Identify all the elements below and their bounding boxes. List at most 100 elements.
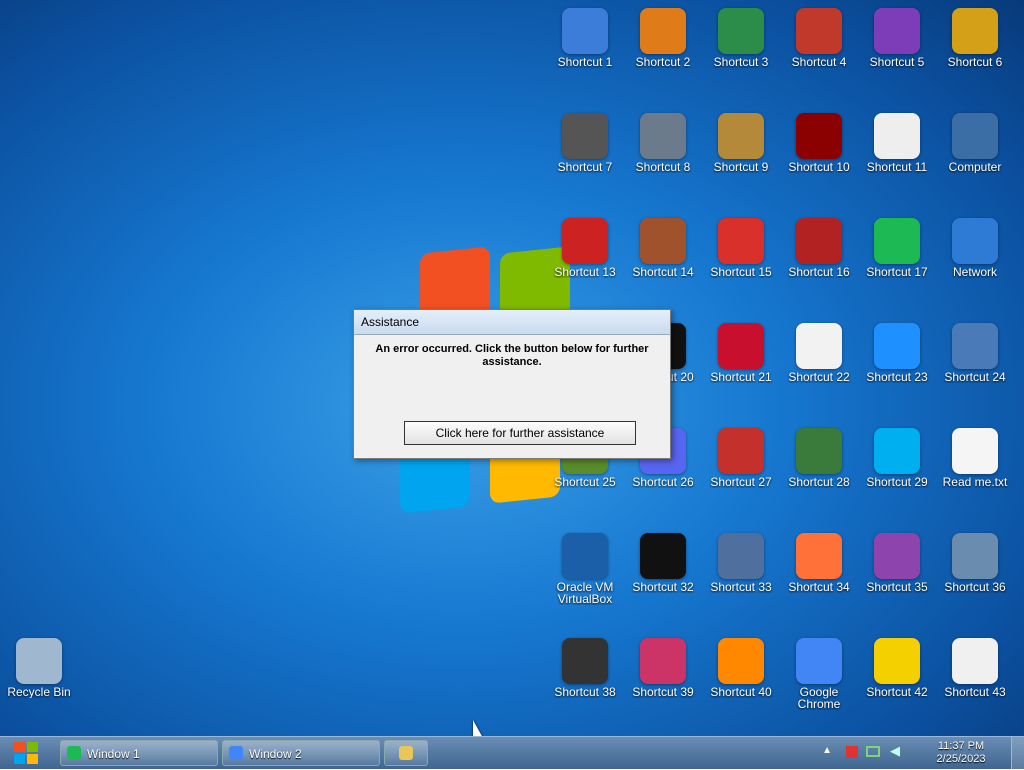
shortcut-icon [796,8,842,54]
shortcut-icon [718,533,764,579]
shortcut-icon [874,113,920,159]
desktop-icon-label: Shortcut 8 [635,161,691,173]
desktop-icon[interactable]: Recycle Bin [0,638,78,698]
desktop-icon[interactable]: Shortcut 5 [858,8,936,68]
desktop-icon[interactable]: Computer [936,113,1014,173]
shortcut-icon [952,638,998,684]
shortcut-icon [952,533,998,579]
shortcut-icon [874,638,920,684]
desktop-icon[interactable]: Network [936,218,1014,278]
desktop-icon-label: Shortcut 22 [788,371,850,383]
desktop-icon[interactable]: Read me.txt [936,428,1014,488]
desktop-icon[interactable]: Shortcut 9 [702,113,780,173]
desktop-icon-label: Shortcut 1 [557,56,613,68]
desktop-icon[interactable]: Shortcut 11 [858,113,936,173]
desktop-icon[interactable]: Shortcut 40 [702,638,780,698]
shortcut-icon [562,8,608,54]
shortcut-icon [718,8,764,54]
desktop-icon[interactable]: Shortcut 33 [702,533,780,593]
desktop-icon-label: Shortcut 39 [632,686,694,698]
desktop-icon[interactable]: Shortcut 36 [936,533,1014,593]
desktop-icon[interactable]: Shortcut 24 [936,323,1014,383]
desktop-icon-label: Shortcut 9 [713,161,769,173]
desktop-icon[interactable]: Shortcut 38 [546,638,624,698]
desktop-icon-label: Computer [948,161,1002,173]
desktop-icon-label: Shortcut 2 [635,56,691,68]
desktop-icon-label: Network [952,266,997,278]
network-icon[interactable] [866,746,880,757]
desktop-icon-label: Shortcut 35 [866,581,928,593]
desktop-icon[interactable]: Shortcut 2 [624,8,702,68]
dialog-message: An error occurred. Click the button belo… [375,343,649,368]
desktop-icon-label: Google Chrome [797,686,841,710]
desktop-icon[interactable]: Shortcut 29 [858,428,936,488]
desktop-icon[interactable]: Shortcut 35 [858,533,936,593]
volume-icon[interactable]: ◀ [890,743,900,759]
start-button[interactable] [8,739,44,767]
desktop-icon[interactable]: Shortcut 28 [780,428,858,488]
shortcut-icon [874,8,920,54]
desktop-icon[interactable]: Shortcut 1 [546,8,624,68]
desktop-icon-label: Shortcut 21 [710,371,772,383]
desktop-icon[interactable]: Shortcut 34 [780,533,858,593]
desktop-icon[interactable]: Shortcut 39 [624,638,702,698]
desktop-icon-label: Shortcut 27 [710,476,772,488]
desktop-icon-label: Shortcut 11 [866,161,928,173]
taskbar-button-window-1[interactable]: Window 1 [60,740,218,766]
shortcut-icon [718,218,764,264]
desktop-icon[interactable]: Oracle VM VirtualBox [546,533,624,605]
desktop-icon-label: Shortcut 33 [710,581,772,593]
desktop-icon-label: Shortcut 42 [866,686,928,698]
shortcut-icon [718,428,764,474]
desktop-icon[interactable]: Shortcut 10 [780,113,858,173]
desktop-icon[interactable]: Shortcut 21 [702,323,780,383]
desktop-icon-label: Shortcut 24 [944,371,1006,383]
taskbar-clock[interactable]: 11:37 PM 2/25/2023 [926,740,996,766]
shortcut-icon [718,638,764,684]
shortcut-icon [640,638,686,684]
tray-arrow-icon[interactable]: ▲ [822,745,832,756]
dialog-title[interactable]: Assistance [354,310,670,335]
shortcut-icon [796,323,842,369]
folder-icon [399,746,413,760]
shortcut-icon [562,113,608,159]
show-desktop-button[interactable] [1011,737,1024,769]
desktop-icon[interactable]: Google Chrome [780,638,858,710]
shortcut-icon [640,533,686,579]
desktop-icon[interactable]: Shortcut 4 [780,8,858,68]
desktop-icon[interactable]: Shortcut 27 [702,428,780,488]
shortcut-icon [796,533,842,579]
taskbar-button-explorer[interactable] [384,740,428,766]
desktop-icon-label: Shortcut 7 [557,161,613,173]
shortcut-icon [952,218,998,264]
desktop-icon[interactable]: Shortcut 15 [702,218,780,278]
desktop-icon[interactable]: Shortcut 42 [858,638,936,698]
desktop-icon-label: Shortcut 32 [632,581,694,593]
desktop-icon-label: Shortcut 6 [947,56,1003,68]
desktop-icon[interactable]: Shortcut 32 [624,533,702,593]
taskbar: Window 1 Window 2 ▲ ◀ 11:37 PM 2/25/2023 [0,736,1024,769]
assistance-button[interactable]: Click here for further assistance [404,421,636,445]
desktop-icon[interactable]: Shortcut 17 [858,218,936,278]
desktop-icon[interactable]: Shortcut 14 [624,218,702,278]
desktop-icon[interactable]: Shortcut 23 [858,323,936,383]
desktop-icon[interactable]: Shortcut 6 [936,8,1014,68]
desktop-icon[interactable]: Shortcut 16 [780,218,858,278]
desktop-icon-label: Shortcut 36 [944,581,1006,593]
shortcut-icon [796,428,842,474]
desktop-icon[interactable]: Shortcut 7 [546,113,624,173]
taskbar-button-label: Window 1 [87,747,140,761]
action-center-flag-icon[interactable] [846,746,858,758]
desktop-icon[interactable]: Shortcut 22 [780,323,858,383]
desktop-icon[interactable]: Shortcut 43 [936,638,1014,698]
desktop-icon[interactable]: Shortcut 3 [702,8,780,68]
desktop-icon[interactable]: Shortcut 13 [546,218,624,278]
shortcut-icon [796,113,842,159]
desktop-icon-label: Shortcut 28 [788,476,850,488]
desktop-icon[interactable]: Shortcut 8 [624,113,702,173]
assistance-dialog: Assistance An error occurred. Click the … [353,309,671,459]
desktop-icon-label: Shortcut 13 [554,266,616,278]
taskbar-button-window-2[interactable]: Window 2 [222,740,380,766]
desktop-icon-label: Shortcut 4 [791,56,847,68]
chrome-icon [229,746,243,760]
